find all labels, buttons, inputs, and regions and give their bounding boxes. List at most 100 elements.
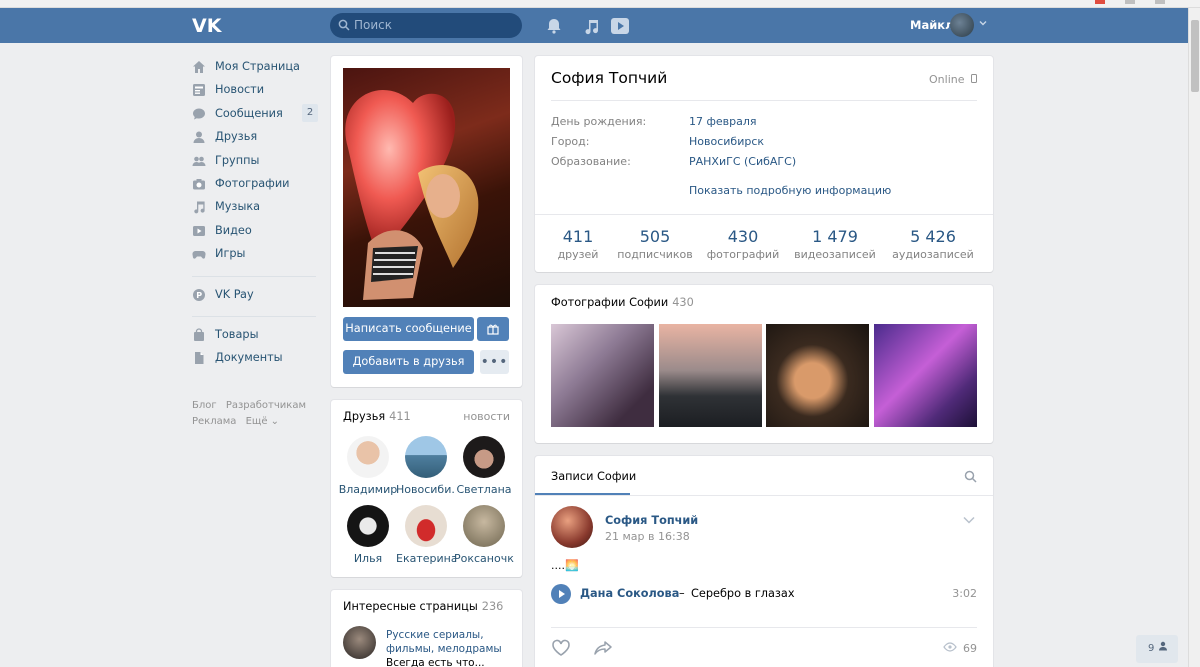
like-heart-icon[interactable] <box>551 639 571 657</box>
post-date[interactable]: 21 мар в 16:38 <box>605 530 690 543</box>
friend-item[interactable]: Екатерина <box>396 505 456 565</box>
counter-followers[interactable]: 505 подписчиков <box>615 227 695 261</box>
show-details-link[interactable]: Показать подробную информацию <box>689 184 891 197</box>
friend-item[interactable]: Роксаночка <box>454 505 514 565</box>
friend-avatar <box>405 505 447 547</box>
post-views-count: 69 <box>963 642 977 655</box>
audio-artist[interactable]: Дана Соколова <box>580 587 679 600</box>
vk-logo-icon[interactable]: VK <box>192 14 222 36</box>
more-actions-button[interactable]: ••• <box>480 350 509 374</box>
browser-tab-icon <box>1125 0 1135 4</box>
post-author-avatar[interactable] <box>551 506 593 548</box>
profile-info-card: София Топчий Online День рождения: 17 фе… <box>535 56 993 272</box>
friends-header[interactable]: Друзья 411 <box>343 410 411 423</box>
photos-title: Фотографии Софии <box>551 296 669 309</box>
friend-item[interactable]: Новосиби... <box>396 436 456 496</box>
friend-item[interactable]: Илья <box>338 505 398 565</box>
info-value[interactable]: Новосибирск <box>689 135 764 148</box>
audio-attachment[interactable]: Дана Соколова – Серебро в глазах 3:02 <box>551 584 977 604</box>
tab-wall-posts[interactable]: Записи Софии <box>551 470 636 483</box>
sidebar-item-games[interactable]: Игры <box>192 244 322 267</box>
sidebar-item-label: Моя Страница <box>215 60 300 73</box>
photo-thumbnail[interactable] <box>659 324 762 427</box>
friends-card: Друзья 411 новости Владимир Новосиби... С… <box>331 400 522 577</box>
post-author-name[interactable]: София Топчий <box>605 514 698 527</box>
bell-icon[interactable] <box>544 16 564 36</box>
chat-counter-badge[interactable]: 9 <box>1136 635 1178 663</box>
sidebar-item-news[interactable]: Новости <box>192 80 322 103</box>
sidebar-item-video[interactable]: Видео <box>192 221 322 244</box>
video-play-icon[interactable] <box>610 16 630 36</box>
audio-title: Серебро в глазах <box>691 587 795 600</box>
footer-link-blog[interactable]: Блог <box>192 400 217 411</box>
wall-card: Записи Софии София Топчий 21 мар в 16:38… <box>535 456 993 667</box>
counter-label: видеозаписей <box>794 248 876 261</box>
search-placeholder: Поиск <box>354 18 393 32</box>
search-input[interactable]: Поиск <box>330 13 522 38</box>
counter-audios[interactable]: 5 426 аудиозаписей <box>890 227 976 261</box>
wall-tab-divider <box>535 495 993 496</box>
interesting-pages-count: 236 <box>481 600 504 613</box>
counter-label: друзей <box>557 248 599 261</box>
friends-count: 411 <box>389 410 411 423</box>
interesting-pages-header[interactable]: Интересные страницы 236 <box>343 600 503 613</box>
footer-link-more[interactable]: Ещё ⌄ <box>246 416 279 427</box>
current-user-name[interactable]: Майкл <box>910 18 954 32</box>
friend-item[interactable]: Светлана <box>454 436 514 496</box>
search-icon[interactable] <box>964 470 977 483</box>
chevron-down-icon[interactable] <box>978 18 988 28</box>
photos-header[interactable]: Фотографии Софии 430 <box>551 296 694 309</box>
play-button[interactable] <box>551 584 571 604</box>
friend-name: Илья <box>353 552 383 565</box>
profile-main-photo[interactable] <box>343 68 510 307</box>
info-value[interactable]: 17 февраля <box>689 115 757 128</box>
current-user-avatar[interactable] <box>950 13 974 37</box>
mobile-icon <box>971 74 977 83</box>
sidebar-item-label: Видео <box>215 223 252 237</box>
friend-name: Новосиби... <box>396 483 456 496</box>
photo-thumbnail[interactable] <box>766 324 869 427</box>
gamepad-icon <box>192 251 206 259</box>
chevron-down-icon[interactable] <box>963 516 975 524</box>
chat-counter: 9 <box>1148 643 1155 654</box>
friends-news-link[interactable]: новости <box>463 410 510 423</box>
sidebar-item-groups[interactable]: Группы <box>192 151 322 174</box>
interesting-page-item[interactable]: Русские сериалы, фильмы, мелодрамы Всегд… <box>386 628 502 667</box>
counter-videos[interactable]: 1 479 видеозаписей <box>792 227 878 261</box>
scrollbar-thumb[interactable] <box>1191 20 1199 92</box>
footer-links: Блог Разработчикам Реклама Ещё ⌄ <box>192 398 312 430</box>
sidebar-item-messages[interactable]: Сообщения 2 <box>192 103 322 127</box>
counter-value: 1 479 <box>812 227 858 246</box>
home-icon <box>193 61 205 73</box>
counter-photos[interactable]: 430 фотографий <box>705 227 781 261</box>
interesting-page-avatar[interactable] <box>343 626 376 659</box>
add-friend-button[interactable]: Добавить в друзья <box>343 350 474 374</box>
browser-strip <box>0 0 1200 8</box>
photo-thumbnail[interactable] <box>874 324 977 427</box>
share-icon[interactable] <box>593 640 613 656</box>
user-icon <box>1158 641 1167 651</box>
add-friend-label: Добавить в друзья <box>352 355 465 368</box>
user-icon <box>193 131 205 144</box>
page-scrollbar[interactable] <box>1188 8 1200 667</box>
sidebar-item-documents[interactable]: Документы <box>192 348 322 371</box>
camera-icon <box>193 178 205 190</box>
photo-thumbnail[interactable] <box>551 324 654 427</box>
sidebar-item-vkpay[interactable]: P VK Pay <box>192 285 322 308</box>
send-gift-button[interactable] <box>477 317 509 341</box>
sidebar-item-label: Документы <box>215 351 283 365</box>
sidebar-item-photos[interactable]: Фотографии <box>192 174 322 197</box>
sidebar-item-music[interactable]: Музыка <box>192 197 322 220</box>
counter-friends[interactable]: 411 друзей <box>556 227 600 261</box>
post-divider <box>551 627 977 628</box>
sidebar-item-friends[interactable]: Друзья <box>192 127 322 150</box>
footer-link-ads[interactable]: Реклама <box>192 416 236 427</box>
send-message-button[interactable]: Написать сообщение <box>343 317 474 341</box>
sidebar-item-my-page[interactable]: Моя Страница <box>192 57 322 80</box>
info-value[interactable]: РАНХиГС (СибАГС) <box>689 155 796 168</box>
music-icon[interactable] <box>582 16 602 36</box>
sidebar-item-label: Музыка <box>215 200 261 214</box>
sidebar-item-goods[interactable]: Товары <box>192 325 322 348</box>
friend-item[interactable]: Владимир <box>338 436 398 496</box>
footer-link-developers[interactable]: Разработчикам <box>226 400 306 411</box>
